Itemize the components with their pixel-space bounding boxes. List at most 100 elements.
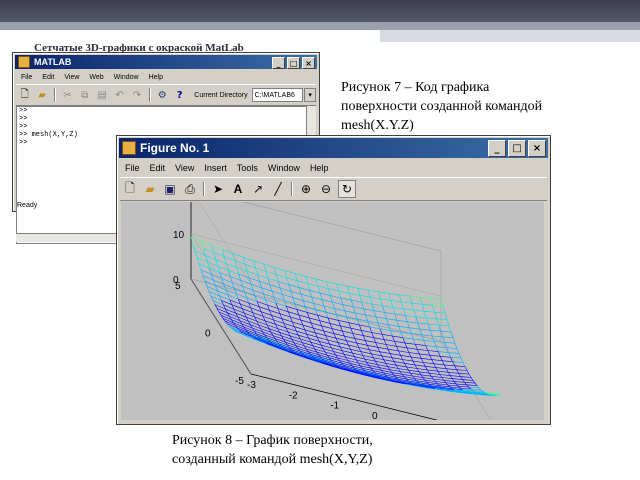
mesh-line — [294, 326, 305, 331]
mesh-line — [462, 379, 474, 381]
print-icon[interactable]: ⎙ — [182, 181, 198, 197]
open-folder-icon[interactable]: ▰ — [35, 88, 48, 102]
menu-web[interactable]: Web — [84, 74, 108, 81]
maximize-button[interactable]: □ — [287, 57, 300, 69]
simulink-icon[interactable]: ⚙ — [156, 88, 169, 102]
caption-line: Рисунок 8 – График поверхности, — [172, 433, 373, 448]
cut-icon[interactable]: ✂ — [61, 88, 74, 102]
chevron-down-icon[interactable]: ▾ — [304, 88, 316, 102]
mesh-line — [402, 359, 413, 362]
mesh-line — [236, 267, 248, 272]
mesh-surface — [190, 236, 502, 396]
menu-file[interactable]: File — [120, 163, 145, 173]
line-icon[interactable]: ╱ — [270, 181, 286, 197]
mesh-line — [261, 287, 264, 294]
mesh-line — [450, 357, 462, 359]
mesh-line — [296, 280, 300, 288]
mesh-line — [259, 306, 270, 311]
mesh-line — [287, 350, 298, 355]
mesh-line — [340, 325, 343, 332]
y-tick-label: -5 — [235, 376, 244, 387]
mesh-line — [450, 331, 454, 338]
zoom-out-icon[interactable]: ⊖ — [318, 181, 334, 197]
menu-window[interactable]: Window — [263, 163, 305, 173]
menu-edit[interactable]: Edit — [145, 163, 171, 173]
save-icon[interactable]: ▣ — [162, 181, 178, 197]
open-icon[interactable]: ▰ — [142, 181, 158, 197]
menu-insert[interactable]: Insert — [199, 163, 232, 173]
menu-file[interactable]: File — [16, 74, 37, 81]
mesh-line — [369, 349, 380, 352]
menu-window[interactable]: Window — [109, 74, 144, 81]
figure-window-title: Figure No. 1 — [140, 141, 210, 155]
mesh-line — [468, 386, 480, 389]
rotate-icon[interactable]: ↻ — [338, 180, 356, 198]
mesh-line — [230, 276, 241, 281]
mesh-line — [406, 347, 410, 353]
mesh-line — [350, 328, 354, 334]
mesh-line — [284, 300, 287, 307]
mesh-line — [329, 343, 341, 348]
mesh-line — [438, 325, 441, 332]
mesh-line — [334, 308, 337, 315]
mesh-line — [328, 288, 331, 296]
mesh-line — [375, 342, 378, 348]
mesh-line — [373, 337, 385, 340]
help-icon[interactable]: ? — [173, 88, 186, 102]
mesh-line — [319, 292, 331, 296]
maximize-button[interactable]: □ — [508, 140, 526, 157]
figure-window[interactable]: Figure No. 1 _ □ × File Edit View Insert… — [116, 135, 551, 425]
mesh-line — [448, 352, 451, 358]
mesh-line — [384, 339, 395, 342]
minimize-button[interactable]: _ — [272, 57, 285, 69]
mesh-line — [348, 344, 359, 348]
mesh-line — [351, 299, 362, 303]
mesh-line — [213, 252, 225, 257]
menu-help[interactable]: Help — [305, 163, 334, 173]
mesh-line — [398, 326, 402, 333]
text-icon[interactable]: A — [230, 181, 246, 197]
mesh-line — [442, 360, 453, 362]
menu-help[interactable]: Help — [144, 74, 168, 81]
paste-icon[interactable]: ▤ — [95, 88, 108, 102]
mesh-line — [398, 368, 409, 371]
plot-area[interactable]: 2010050-5-3-2-10123 — [121, 202, 544, 420]
close-button[interactable]: × — [302, 57, 315, 69]
figure-titlebar[interactable]: Figure No. 1 _ □ × — [119, 138, 548, 158]
new-file-icon[interactable]: 🗋 — [18, 88, 31, 102]
select-arrow-icon[interactable]: ➤ — [210, 181, 226, 197]
current-directory-field[interactable]: C:\MATLAB6 — [251, 88, 304, 102]
arrow-icon[interactable]: ↗ — [250, 181, 266, 197]
mesh-line — [405, 315, 408, 322]
matlab-titlebar[interactable]: MATLAB _ □ × — [15, 55, 317, 69]
menu-edit[interactable]: Edit — [37, 74, 59, 81]
redo-icon[interactable]: ↷ — [130, 88, 143, 102]
new-figure-icon[interactable]: 🗋 — [122, 181, 138, 197]
mesh-line — [257, 274, 260, 282]
mesh-line — [371, 332, 374, 338]
mesh-line — [209, 268, 220, 273]
undo-icon[interactable]: ↶ — [113, 88, 126, 102]
mesh-line — [454, 343, 458, 349]
mesh-line — [419, 353, 430, 356]
mesh-line — [338, 290, 350, 294]
mesh-line — [452, 361, 464, 363]
mesh-line — [439, 374, 451, 376]
mesh-line — [407, 321, 410, 328]
current-directory-label: Current Directory — [194, 91, 248, 99]
minimize-button[interactable]: _ — [488, 140, 506, 157]
zoom-in-icon[interactable]: ⊕ — [298, 181, 314, 197]
mesh-line — [398, 326, 410, 329]
menu-view[interactable]: View — [59, 74, 84, 81]
mesh-line — [284, 270, 296, 274]
mesh-line — [400, 332, 404, 338]
mesh-line — [385, 363, 397, 366]
copy-icon[interactable]: ⧉ — [78, 88, 91, 102]
menu-view[interactable]: View — [170, 163, 199, 173]
close-button[interactable]: × — [528, 140, 546, 157]
menu-tools[interactable]: Tools — [232, 163, 263, 173]
mesh-line — [439, 356, 443, 361]
mesh-line — [410, 356, 422, 359]
mesh-line — [338, 320, 341, 327]
mesh-line — [470, 377, 474, 381]
